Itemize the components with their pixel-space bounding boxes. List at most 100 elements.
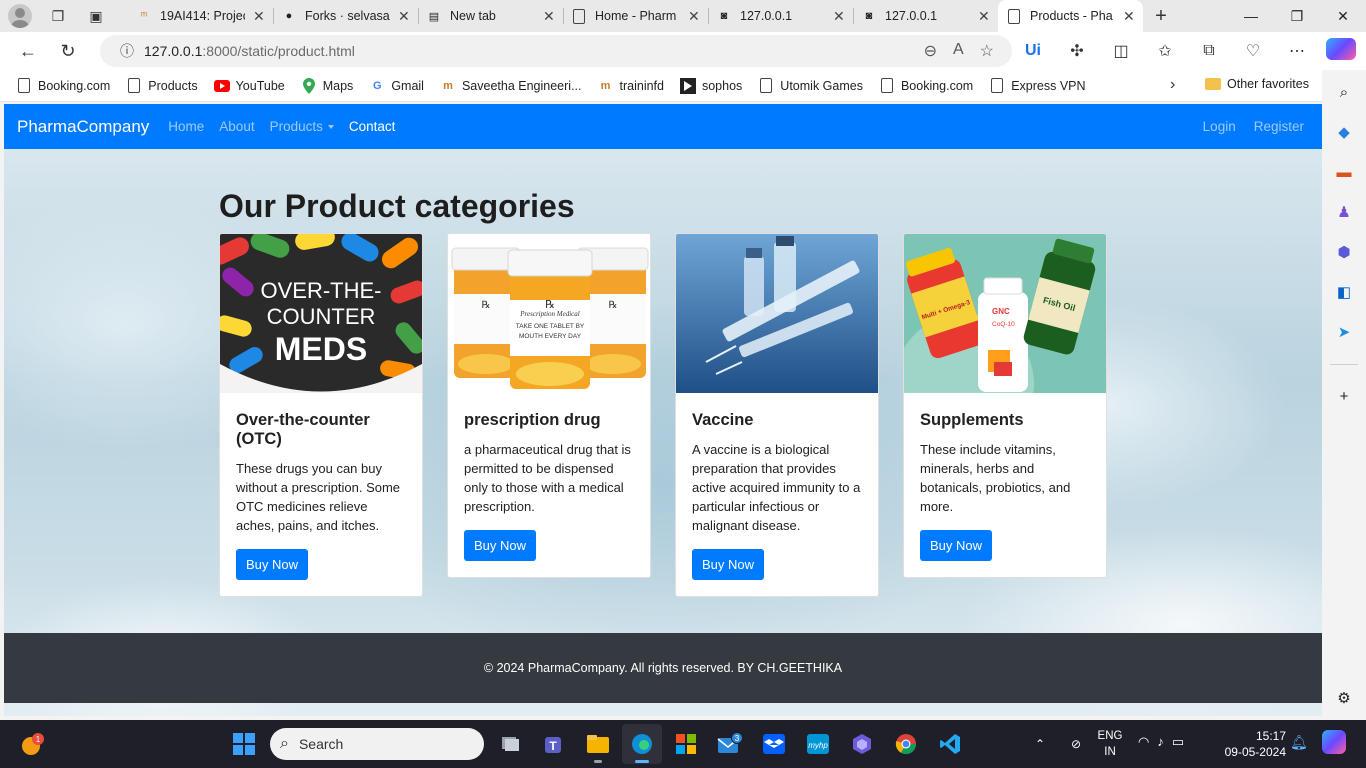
dropbox-icon[interactable]: [754, 724, 794, 764]
buy-now-button[interactable]: Buy Now: [236, 549, 309, 580]
new-tab-button[interactable]: +: [1143, 5, 1179, 28]
close-icon[interactable]: ✕: [688, 8, 700, 25]
language-indicator[interactable]: ENG IN: [1096, 728, 1124, 760]
myhp-icon[interactable]: myhp: [798, 724, 838, 764]
close-icon[interactable]: ✕: [1123, 8, 1135, 25]
outlook-icon[interactable]: ◧: [1334, 282, 1354, 302]
buy-now-button[interactable]: Buy Now: [464, 530, 537, 561]
close-icon[interactable]: ✕: [833, 8, 845, 25]
nav-home[interactable]: Home: [168, 119, 204, 134]
browser-tab[interactable]: ▤ New tab ✕: [418, 0, 563, 32]
favorite-link[interactable]: Booking.com: [879, 78, 973, 94]
browser-tab[interactable]: ● Forks · selvasac ✕: [273, 0, 418, 32]
notification-bell-icon[interactable]: 🔔︎: [1290, 734, 1308, 751]
volume-icon[interactable]: ♪: [1157, 734, 1164, 750]
chevron-up-icon[interactable]: ⌃: [1030, 737, 1050, 751]
url-text[interactable]: 127.0.0.1:8000/static/product.html: [144, 43, 355, 59]
send-icon[interactable]: ➤: [1334, 322, 1354, 342]
start-windows-icon[interactable]: [224, 724, 264, 764]
restore-icon[interactable]: ❐: [1274, 0, 1320, 32]
favorite-link[interactable]: m traininfd: [598, 78, 664, 94]
copilot-taskbar-icon[interactable]: [1322, 730, 1346, 759]
site-brand[interactable]: PharmaCompany: [17, 117, 149, 137]
close-icon[interactable]: ✕: [253, 8, 265, 25]
performance-icon[interactable]: ♡: [1238, 41, 1268, 61]
microsoft-store-icon[interactable]: [666, 724, 706, 764]
settings-more-icon[interactable]: ⋯: [1282, 41, 1312, 61]
nav-register[interactable]: Register: [1254, 119, 1304, 134]
tab-actions-icon[interactable]: ▣: [84, 4, 108, 28]
tools-briefcase-icon[interactable]: ▬: [1334, 162, 1354, 182]
window-close-icon[interactable]: ✕: [1320, 0, 1366, 32]
browser-tab-active[interactable]: Products - Pha ✕: [998, 0, 1143, 32]
otc-meds-image: OVER-THE- COUNTER MEDS: [220, 234, 422, 393]
address-bar[interactable]: ⓘ 127.0.0.1:8000/static/product.html ⊖ A…: [100, 35, 1012, 67]
gear-icon[interactable]: ⚙: [1334, 688, 1354, 708]
close-icon[interactable]: ✕: [978, 8, 990, 25]
favorite-link[interactable]: Products: [126, 78, 198, 94]
favorite-link[interactable]: Utomik Games: [758, 78, 863, 94]
split-screen-icon[interactable]: ◫: [1106, 41, 1136, 61]
nav-login[interactable]: Login: [1203, 119, 1236, 134]
browser-tab[interactable]: ◙ 127.0.0.1 ✕: [708, 0, 853, 32]
back-arrow-icon[interactable]: ←: [8, 41, 48, 62]
shopping-tag-icon[interactable]: ◆: [1334, 122, 1354, 142]
favorites-icon[interactable]: ✩: [1150, 41, 1180, 61]
workspaces-icon[interactable]: ❐: [46, 4, 70, 28]
browser-tab[interactable]: Home - Pharm ✕: [563, 0, 708, 32]
nav-contact[interactable]: Contact: [349, 119, 396, 134]
favorite-link[interactable]: sophos: [679, 77, 742, 94]
refresh-icon[interactable]: ↻: [48, 41, 88, 62]
favorite-link[interactable]: Booking.com: [16, 78, 110, 94]
favorite-label: Saveetha Engineeri...: [461, 78, 582, 93]
copilot-icon[interactable]: [1326, 37, 1356, 65]
favorite-link[interactable]: Maps: [301, 77, 353, 94]
weather-widget-icon[interactable]: 1: [18, 730, 46, 758]
buy-now-button[interactable]: Buy Now: [692, 549, 765, 580]
taskbar-search[interactable]: ⌕ Search: [270, 728, 484, 760]
clock[interactable]: 15:17 09-05-2024: [1216, 728, 1286, 760]
search-icon[interactable]: ⌕: [1334, 82, 1354, 102]
read-aloud-icon[interactable]: A: [953, 41, 964, 61]
favorite-link[interactable]: Express VPN: [989, 78, 1086, 94]
games-icon[interactable]: ♟: [1334, 202, 1354, 222]
minimize-icon[interactable]: —: [1228, 0, 1274, 32]
vscode-icon[interactable]: [930, 724, 970, 764]
close-icon[interactable]: ✕: [398, 8, 410, 25]
teams-icon[interactable]: T: [534, 724, 574, 764]
collections-icon[interactable]: ⧉: [1194, 42, 1224, 60]
task-view-icon[interactable]: [490, 724, 530, 764]
nav-about[interactable]: About: [219, 119, 254, 134]
wifi-icon[interactable]: ◠: [1138, 734, 1149, 750]
browser-tab[interactable]: ᵐ 19AI414: Projec ✕: [128, 0, 273, 32]
chevron-right-icon[interactable]: ›: [1170, 76, 1175, 94]
add-icon[interactable]: +: [1334, 386, 1354, 406]
buy-now-button[interactable]: Buy Now: [920, 530, 993, 561]
url-path: :8000/static/product.html: [202, 43, 355, 59]
hex-app-icon[interactable]: [842, 724, 882, 764]
nav-products[interactable]: Products: [270, 119, 334, 134]
profile-avatar-icon[interactable]: [8, 4, 32, 28]
battery-icon[interactable]: ▭: [1172, 734, 1184, 750]
favorite-link[interactable]: m Saveetha Engineeri...: [440, 78, 582, 94]
microsoft365-icon[interactable]: ⬢: [1334, 242, 1354, 262]
search-placeholder: Search: [298, 736, 344, 752]
favorite-star-icon[interactable]: ☆: [980, 41, 994, 61]
extensions-puzzle-icon[interactable]: ✣: [1062, 41, 1092, 61]
close-icon[interactable]: ✕: [543, 8, 555, 25]
file-explorer-icon[interactable]: [578, 724, 618, 764]
favorite-link[interactable]: YouTube: [213, 78, 285, 94]
edge-browser-icon[interactable]: [622, 724, 662, 764]
newtab-icon: ▤: [428, 10, 440, 23]
otc-caption-line2: COUNTER: [267, 304, 376, 329]
browser-tab[interactable]: ◙ 127.0.0.1 ✕: [853, 0, 998, 32]
other-favorites[interactable]: Other favorites: [1205, 77, 1309, 91]
extension-ui-icon[interactable]: Ui: [1018, 42, 1048, 60]
mail-icon[interactable]: 3: [710, 724, 750, 764]
favorite-link[interactable]: G Gmail: [369, 78, 424, 94]
battery-saver-icon[interactable]: ⊘: [1062, 737, 1090, 751]
zoom-icon[interactable]: ⊖: [924, 41, 937, 61]
page-icon: [16, 78, 32, 94]
site-info-icon[interactable]: ⓘ: [110, 41, 144, 61]
chrome-icon[interactable]: [886, 724, 926, 764]
